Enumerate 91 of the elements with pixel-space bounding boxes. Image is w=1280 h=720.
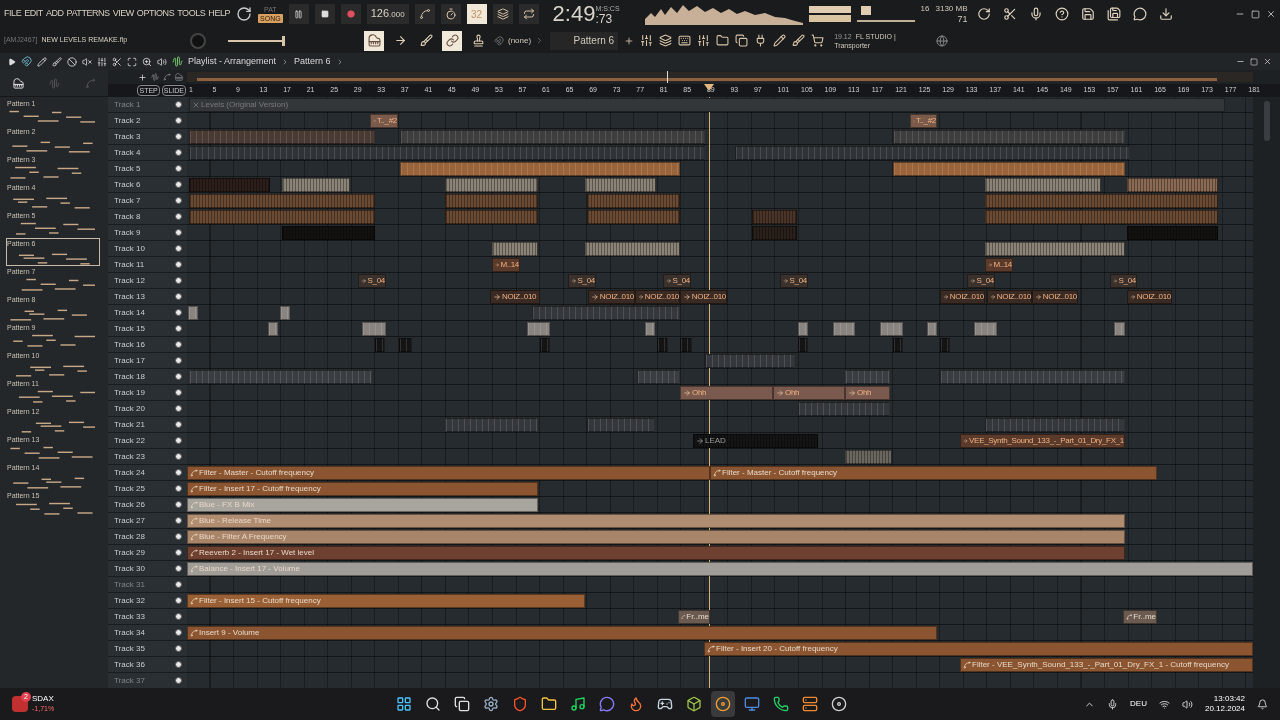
pattern-clip[interactable]: VEE_Synth_Sound_133_-_Part_01_Dry_FX_1 [960, 434, 1125, 448]
automation-clip[interactable]: Reeverb 2 - Insert 17 - Wet level [187, 546, 1125, 560]
track-name[interactable]: Track 14 [114, 306, 145, 319]
track-name[interactable]: Track 15 [114, 322, 145, 335]
pattern-clip[interactable]: S_04 [967, 274, 995, 288]
track-name[interactable]: Track 31 [114, 578, 145, 591]
cpu-usage: 71 [957, 14, 968, 24]
track-name[interactable]: Track 9 [114, 226, 141, 239]
voice-count: 16 [920, 3, 930, 15]
menu-item[interactable]: ADD [45, 7, 64, 21]
track-name[interactable]: Track 8 [114, 210, 141, 223]
track-name[interactable]: Track 7 [114, 194, 141, 207]
track-name[interactable]: Track 18 [114, 370, 145, 383]
song-time: 2:49 [552, 3, 596, 25]
track-name[interactable]: Track 13 [114, 290, 145, 303]
automation-clip[interactable]: Fr..me [1123, 610, 1157, 624]
pattern-clip[interactable]: NOIZ..010 [635, 290, 680, 304]
centiseconds: :73 [595, 13, 613, 25]
keyboard-language[interactable]: DEU [1130, 698, 1147, 710]
menu-item[interactable]: TOOLS [177, 7, 206, 21]
track-name[interactable]: Track 23 [114, 450, 145, 463]
track-name[interactable]: Track 16 [114, 338, 145, 351]
clock-date: 20.12.2024 [1204, 704, 1245, 714]
automation-clip[interactable]: Fr..me [678, 610, 710, 624]
pattern-clip[interactable]: M..14 [985, 258, 1013, 272]
track-name[interactable]: Track 12 [114, 274, 145, 287]
pattern-clip[interactable]: NOIZ..010 [1127, 290, 1172, 304]
pattern-clip[interactable]: NOIZ..010 [680, 290, 727, 304]
automation-clip[interactable]: Filter - VEE_Synth_Sound_133_-_Part_01_Dry_FX_1 - Cutoff frequency [960, 658, 1253, 672]
pattern-clip[interactable]: T.._#2 [370, 114, 398, 128]
pattern-selector[interactable]: Pattern 6 [550, 31, 619, 50]
pattern-clip[interactable]: NOIZ..010 [588, 290, 635, 304]
track-name[interactable]: Track 21 [114, 418, 145, 431]
track-name[interactable]: Track 11 [114, 258, 145, 271]
menu-item[interactable]: HELP [208, 7, 231, 21]
pattern-clip[interactable]: M..14 [492, 258, 520, 272]
track-name[interactable]: Track 5 [114, 162, 141, 175]
track-name[interactable]: Track 3 [114, 130, 141, 143]
playlist-title: Playlist - Arrangement [188, 54, 277, 68]
menu-item[interactable]: VIEW [112, 7, 134, 21]
track-name[interactable]: Track 32 [114, 594, 145, 607]
track-name[interactable]: Track 4 [114, 146, 141, 159]
track-name[interactable]: Track 33 [114, 610, 145, 623]
pattern-clip[interactable]: NOIZ..010 [987, 290, 1032, 304]
track-name[interactable]: Track 34 [114, 626, 145, 639]
track-name[interactable]: Track 27 [114, 514, 145, 527]
menu-item[interactable]: OPTIONS [136, 7, 175, 21]
automation-clip[interactable]: Filter - Insert 17 - Cutoff frequency [187, 482, 538, 496]
breadcrumb-pattern[interactable]: Pattern 6 [294, 54, 331, 69]
track-name[interactable]: Track 29 [114, 546, 145, 559]
pattern-clip[interactable]: NOIZ..010 [1032, 290, 1078, 304]
automation-clip[interactable]: Filter - Master - Cutoff frequency [187, 466, 710, 480]
track-name[interactable]: Track 36 [114, 658, 145, 671]
pattern-clip[interactable]: S_04 [663, 274, 691, 288]
pattern-clip[interactable]: T.._#2 [910, 114, 937, 128]
pattern-clip[interactable]: S_04 [1110, 274, 1137, 288]
pattern-clip[interactable]: Ohh [680, 386, 773, 400]
pattern-clip[interactable]: NOIZ..010 [940, 290, 985, 304]
track-name[interactable]: Track 17 [114, 354, 145, 367]
menu-item[interactable]: PATTERNS [66, 7, 110, 21]
track-name[interactable]: Track 25 [114, 482, 145, 495]
pattern-clip[interactable]: Ohh [845, 386, 890, 400]
pattern-clip[interactable]: S_04 [358, 274, 386, 288]
snap-selector[interactable]: (none) [494, 34, 545, 47]
track-name[interactable]: Track 37 [114, 674, 145, 687]
track-name[interactable]: Track 26 [114, 498, 145, 511]
track-name[interactable]: Track 22 [114, 434, 145, 447]
menu-item[interactable]: EDIT [24, 7, 43, 21]
memory-usage: 3130 MB [935, 4, 968, 14]
pattern-clip[interactable]: S_04 [780, 274, 808, 288]
track-name[interactable]: Track 2 [114, 114, 141, 127]
track-name[interactable]: Track 6 [114, 178, 141, 191]
automation-clip[interactable]: Filter - Insert 20 - Cutoff frequency [704, 642, 1253, 656]
track-name[interactable]: Track 1 [114, 98, 141, 111]
track-name[interactable]: Track 19 [114, 386, 145, 399]
track-name[interactable]: Track 35 [114, 642, 145, 655]
automation-clip[interactable]: Filter - Master - Cutoff frequency [710, 466, 1157, 480]
audio-clip[interactable]: LEAD [693, 434, 818, 448]
track-name[interactable]: Track 10 [114, 242, 145, 255]
automation-clip[interactable]: Insert 9 - Volume [187, 626, 937, 640]
pattern-clip[interactable]: Ohh [773, 386, 845, 400]
track-name[interactable]: Track 30 [114, 562, 145, 575]
automation-clip[interactable]: Filter - Insert 15 - Cutoff frequency [187, 594, 585, 608]
track-name[interactable]: Track 28 [114, 530, 145, 543]
track-name[interactable]: Track 20 [114, 402, 145, 415]
stock-name: SDAX [32, 694, 55, 704]
clock-time: 13:03:42 [1213, 694, 1245, 704]
pattern-clip[interactable]: S_04 [568, 274, 596, 288]
menu-item[interactable]: FILE [4, 7, 22, 21]
pattern-clip[interactable]: NOIZ..010 [490, 290, 540, 304]
track-name[interactable]: Track 24 [114, 466, 145, 479]
